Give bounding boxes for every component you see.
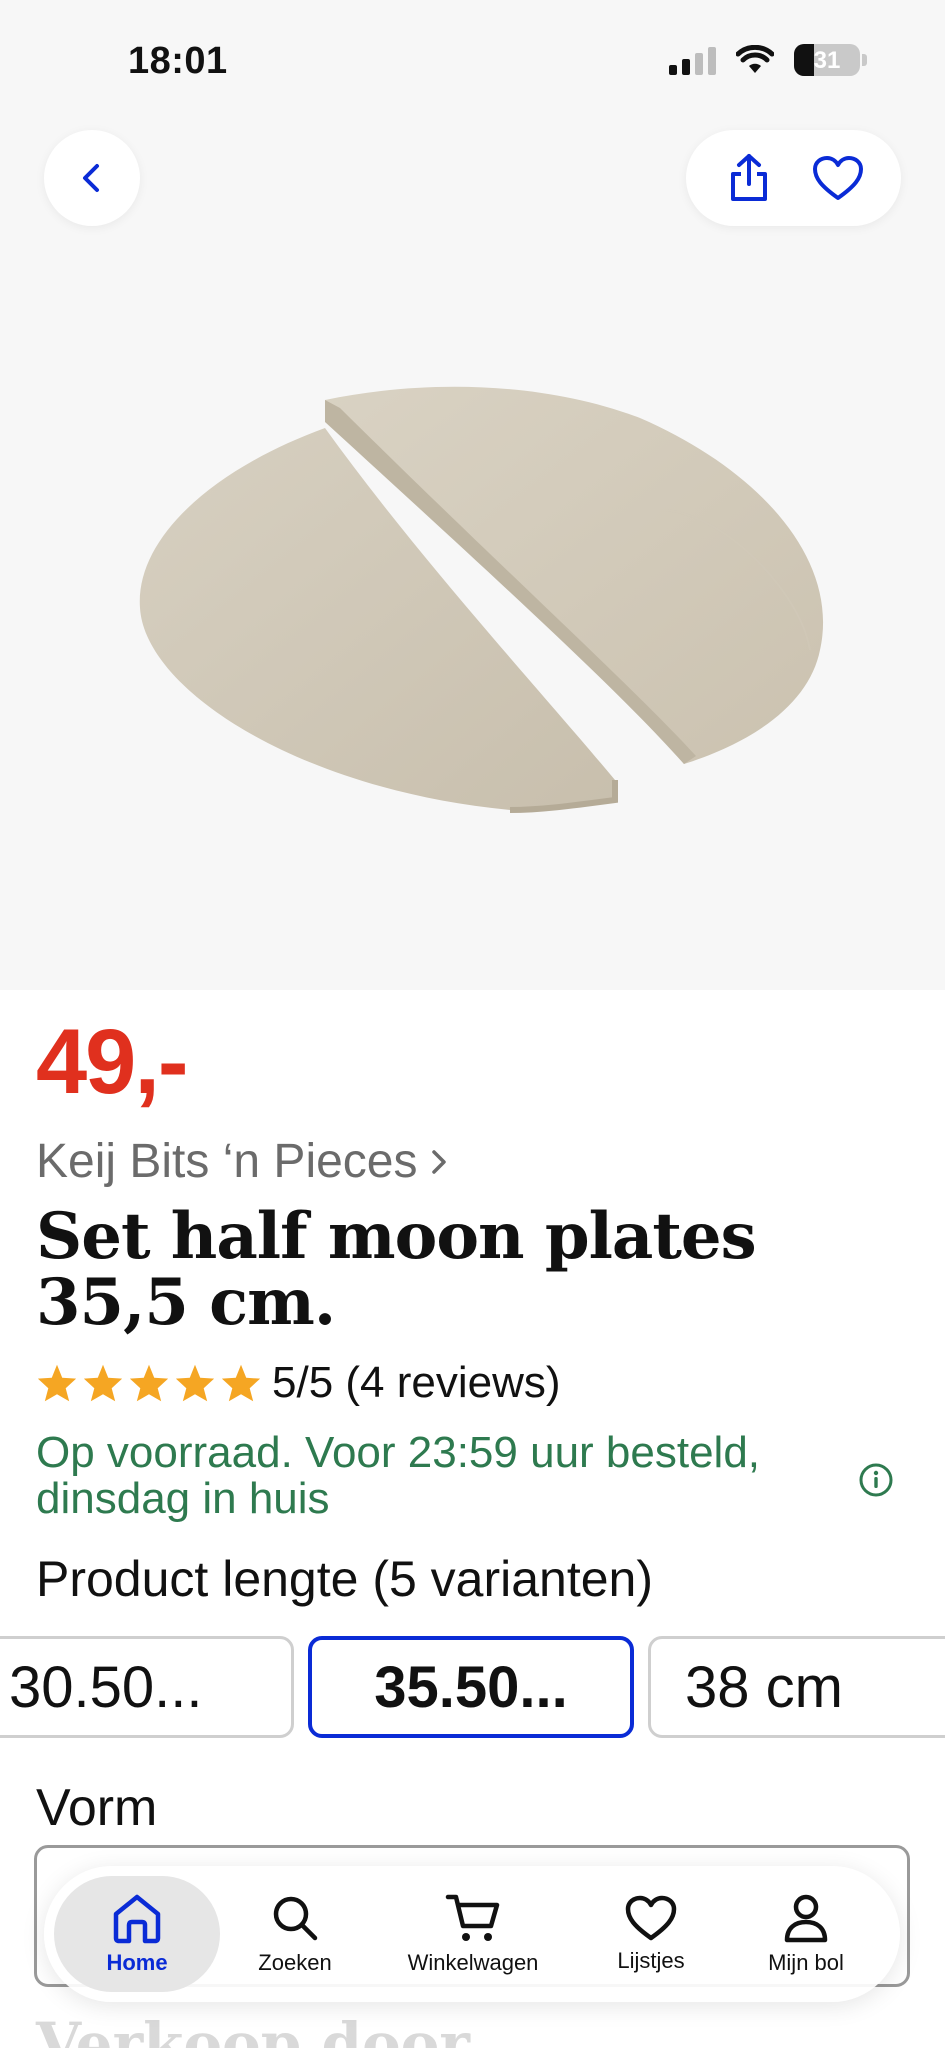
heart-icon: [813, 156, 864, 200]
product-photo: [139, 386, 824, 813]
status-time: 18:01: [128, 40, 228, 82]
product-price: 49,-: [36, 1011, 189, 1113]
chevron-left-icon: [83, 164, 99, 192]
rating-text: 5/5 (4 reviews): [272, 1358, 561, 1407]
tab-search[interactable]: Zoeken: [220, 1876, 370, 1992]
user-icon: [784, 1894, 828, 1943]
heart-icon: [625, 1895, 677, 1941]
brand-name: Keij Bits ‘n Pieces: [36, 1135, 418, 1188]
tab-label: Home: [106, 1950, 168, 1975]
star-icon: [129, 1364, 169, 1402]
variant-option-selected[interactable]: 35.50...: [308, 1636, 634, 1738]
signal-icon: [669, 45, 716, 75]
tab-label: Winkelwagen: [407, 1950, 539, 1975]
info-icon[interactable]: [858, 1462, 894, 1498]
star-icon: [175, 1364, 215, 1402]
product-title: Set half moon plates 35,5 cm.: [36, 1199, 757, 1340]
back-button[interactable]: [44, 130, 140, 226]
tab-label: Zoeken: [258, 1950, 332, 1975]
bottom-tab-bar: Home Zoeken Winkelwagen Lijstjes Mijn bo…: [44, 1866, 900, 2002]
variant-option[interactable]: 38 cm: [648, 1636, 945, 1738]
tab-lists[interactable]: Lijstjes: [576, 1876, 726, 1992]
rating-stars: [36, 1363, 262, 1403]
home-icon: [113, 1894, 161, 1944]
share-icon: [730, 154, 767, 201]
search-icon: [273, 1896, 318, 1941]
tab-label: Mijn bol: [768, 1950, 844, 1975]
tab-cart[interactable]: Winkelwagen: [370, 1876, 576, 1992]
variant-option[interactable]: 30.50...: [0, 1636, 294, 1738]
rating-row[interactable]: 5/5 (4 reviews): [36, 1358, 561, 1408]
wifi-icon: [736, 45, 774, 73]
share-button[interactable]: [717, 146, 781, 210]
favorite-button[interactable]: [806, 146, 870, 210]
chevron-right-icon: [431, 1149, 446, 1174]
star-icon: [83, 1364, 123, 1402]
tab-label: Lijstjes: [617, 1948, 685, 1973]
battery-level: 31: [813, 47, 841, 74]
variant-label: Product lengte (5 varianten): [36, 1551, 654, 1607]
status-icons: 31: [669, 44, 867, 76]
stock-status: Op voorraad. Voor 23:59 uur besteld, din…: [36, 1428, 761, 1523]
status-bar: 18:01 31: [0, 0, 945, 120]
star-icon: [37, 1364, 77, 1402]
brand-link[interactable]: Keij Bits ‘n Pieces: [36, 1134, 452, 1189]
header-actions: [686, 130, 901, 226]
section-heading: Verkoop door: [36, 2010, 470, 2048]
product-image-area[interactable]: 18:01 31: [0, 0, 945, 990]
tab-home[interactable]: Home: [54, 1876, 220, 1992]
cart-icon: [445, 1894, 500, 1941]
star-icon: [221, 1364, 261, 1402]
tab-account[interactable]: Mijn bol: [726, 1876, 886, 1992]
battery-icon: 31: [794, 44, 867, 76]
vorm-label: Vorm: [36, 1779, 158, 1837]
